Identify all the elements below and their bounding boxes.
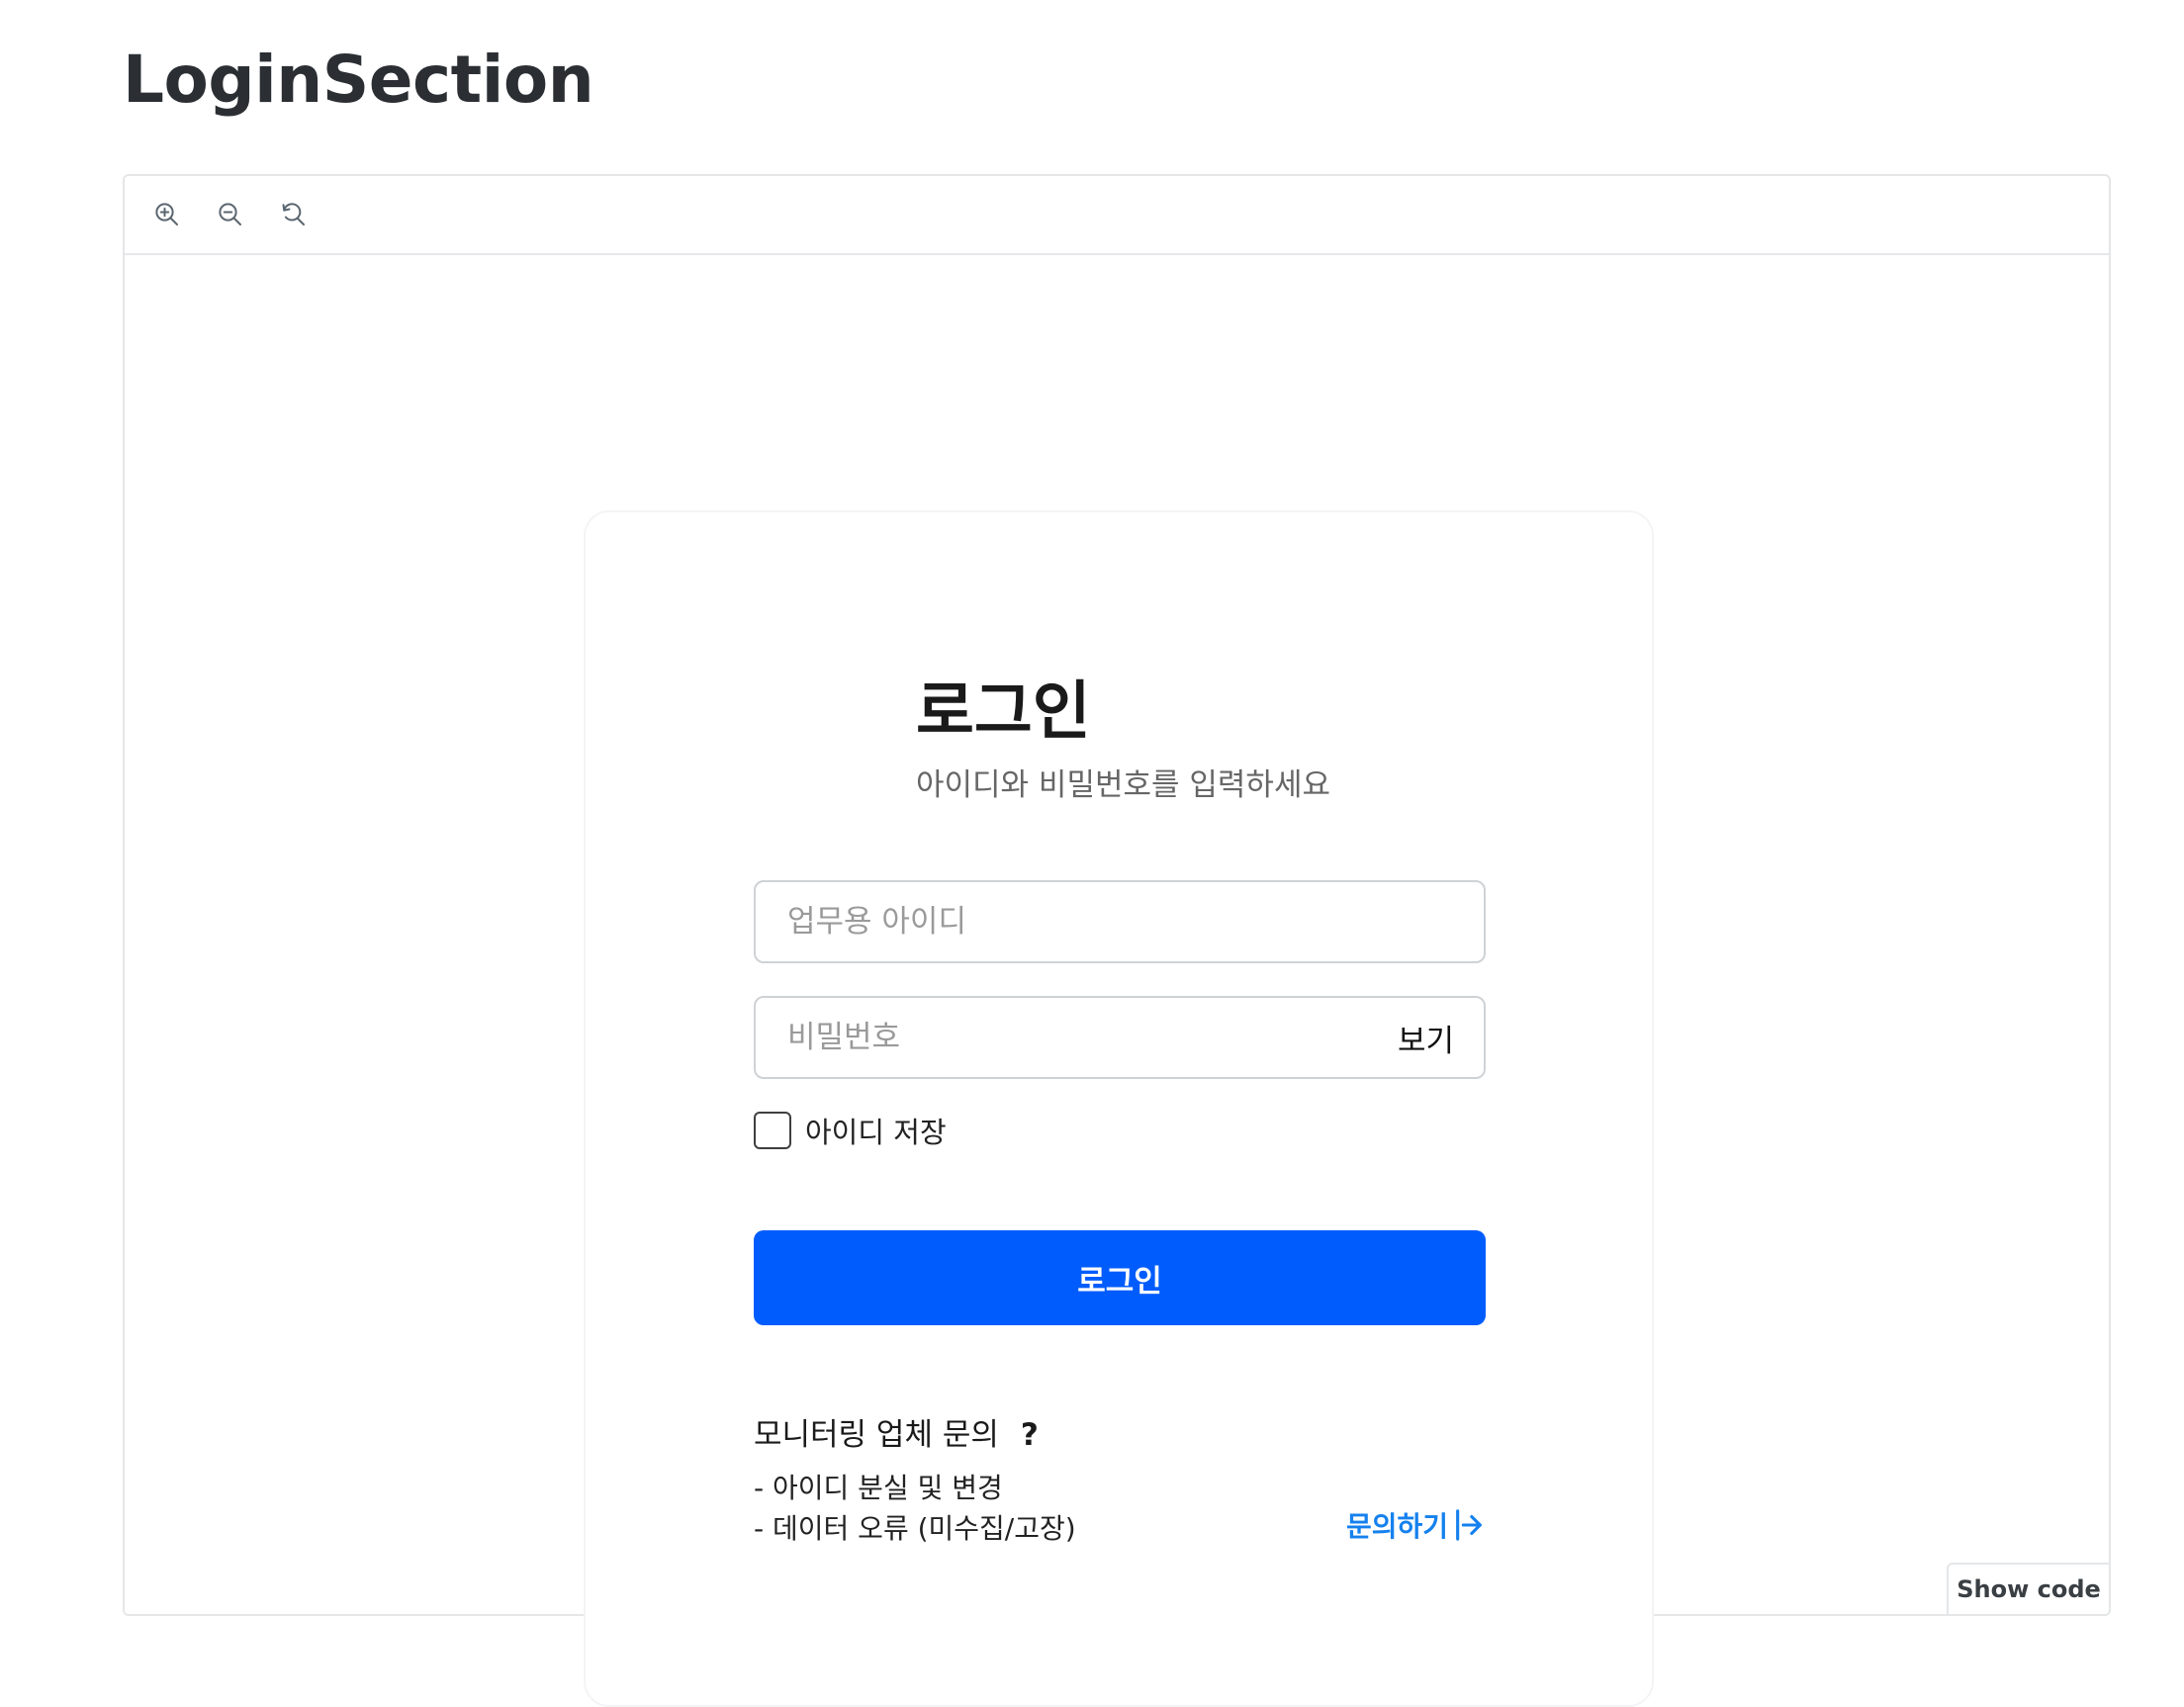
inquiry-link-label: 문의하기 xyxy=(1345,1510,1448,1543)
zoom-out-button[interactable] xyxy=(214,198,247,231)
id-field xyxy=(754,880,1486,963)
help-title: 모니터링 업체 문의? xyxy=(754,1409,1039,1454)
page-title: LoginSection xyxy=(123,42,594,118)
password-field: 보기 xyxy=(754,996,1486,1079)
component-playground: 로그인 아이디와 비밀번호를 입력하세요 보기 아이디 저장 로그인 모니터링 … xyxy=(123,174,2111,1707)
arrow-right-to-bar-icon xyxy=(1456,1509,1482,1541)
login-card: 로그인 아이디와 비밀번호를 입력하세요 보기 아이디 저장 로그인 모니터링 … xyxy=(584,510,1654,1707)
login-title: 로그인 xyxy=(916,675,1091,749)
help-line-lost-id: - 아이디 분실 및 변경 xyxy=(754,1472,1003,1504)
id-input[interactable] xyxy=(756,882,1484,961)
remember-id-option[interactable]: 아이디 저장 xyxy=(754,1111,947,1150)
login-button[interactable]: 로그인 xyxy=(754,1230,1486,1325)
show-password-button[interactable]: 보기 xyxy=(1398,998,1454,1077)
remember-id-label: 아이디 저장 xyxy=(805,1116,947,1149)
reset-zoom-button[interactable] xyxy=(277,198,311,231)
remember-id-checkbox[interactable] xyxy=(754,1112,791,1149)
password-input[interactable] xyxy=(756,998,1484,1077)
login-subtitle: 아이디와 비밀번호를 입력하세요 xyxy=(916,767,1330,803)
zoom-toolbar xyxy=(125,176,2109,255)
help-line-data-error: - 데이터 오류 (미수집/고장) xyxy=(754,1512,1076,1545)
zoom-in-icon xyxy=(155,203,178,225)
help-title-text: 모니터링 업체 문의 xyxy=(754,1417,999,1453)
zoom-in-button[interactable] xyxy=(150,198,184,231)
show-code-button[interactable]: Show code xyxy=(1947,1563,2111,1616)
reset-zoom-icon xyxy=(282,203,305,225)
help-question-mark: ? xyxy=(1020,1417,1039,1453)
inquiry-link[interactable]: 문의하기 xyxy=(1346,1505,1484,1545)
zoom-out-icon xyxy=(219,203,241,225)
preview-canvas: 로그인 아이디와 비밀번호를 입력하세요 보기 아이디 저장 로그인 모니터링 … xyxy=(125,255,2109,1707)
